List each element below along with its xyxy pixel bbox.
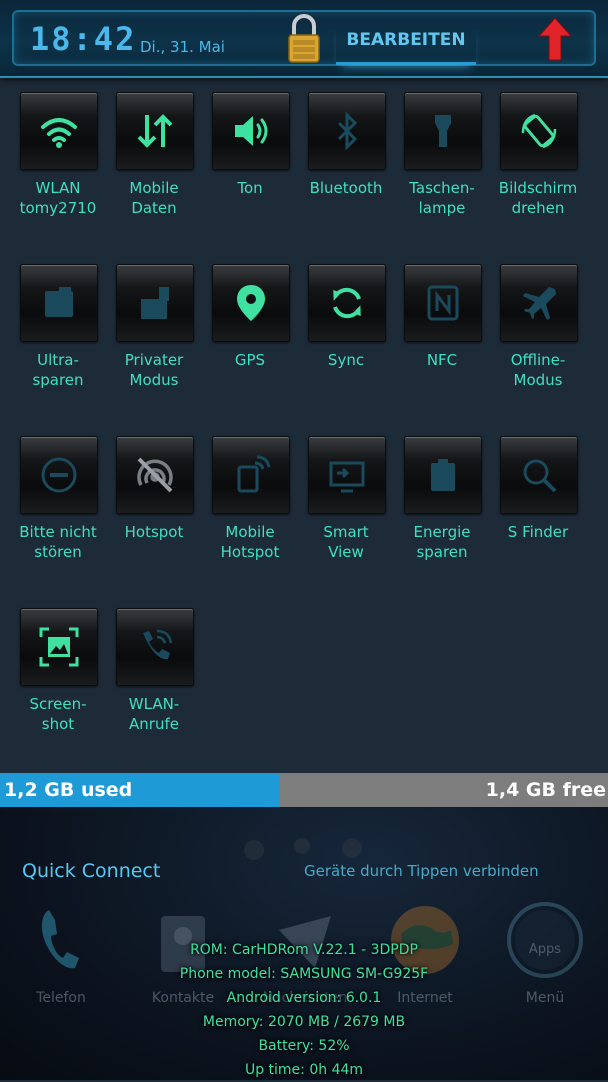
tile-button[interactable] (500, 436, 578, 514)
memory-free: 1,4 GB free (280, 773, 608, 807)
tile-button[interactable] (212, 264, 290, 342)
tile-label: Mobile Daten (129, 179, 179, 217)
tile-label: Screen- shot (29, 695, 87, 733)
tile-label: Privater Modus (124, 351, 184, 389)
sysinfo-model: Phone model: SAMSUNG SM-G925F (179, 966, 429, 982)
tile-label: Ultra- sparen (32, 351, 84, 389)
tile-button[interactable] (308, 92, 386, 170)
sysinfo-rom: ROM: CarHDRom V.22.1 - 3DPDP (190, 942, 418, 958)
tile-button[interactable] (500, 92, 578, 170)
memory-bar: 1,2 GB used 1,4 GB free (0, 773, 608, 807)
tile-sound[interactable]: Ton (202, 92, 298, 198)
tile-wifi[interactable]: WLAN tomy2710 (10, 92, 106, 218)
tile-label: NFC (426, 351, 458, 369)
quick-connect-title[interactable]: Quick Connect (22, 860, 160, 882)
tile-label: Smart View (323, 523, 369, 561)
tile-button[interactable] (308, 436, 386, 514)
tile-nfc[interactable]: NFC (394, 264, 490, 370)
sync-icon (333, 287, 361, 319)
mobile-data-icon (137, 114, 173, 148)
tile-label: Ton (237, 179, 263, 197)
tile-sync[interactable]: Sync (298, 264, 394, 370)
nfc-icon (427, 285, 459, 321)
tile-airplane[interactable]: Offline- Modus (490, 264, 586, 390)
quick-connect-hint[interactable]: Geräte durch Tippen verbinden (304, 862, 539, 880)
sysinfo-android: Android version: 6.0.1 (226, 990, 382, 1006)
tile-label: Bitte nicht stören (19, 523, 97, 561)
tile-label: GPS (234, 351, 266, 369)
do-not-disturb-icon (41, 457, 77, 493)
tile-label: Bildschirm drehen (498, 179, 578, 217)
tile-screenshot[interactable]: Screen- shot (10, 608, 106, 734)
clock: 18:42 (30, 20, 137, 58)
private-mode-icon (141, 287, 169, 319)
arrow-up-icon[interactable] (538, 16, 572, 62)
tile-label: Taschen- lampe (409, 179, 475, 217)
screenshot-icon (39, 627, 79, 667)
tile-button[interactable] (116, 436, 194, 514)
flashlight-icon (435, 115, 451, 147)
date: Di., 31. Mai (140, 38, 225, 56)
tile-label: WLAN tomy2710 (19, 179, 97, 217)
tile-rotate-screen[interactable]: Bildschirm drehen (490, 92, 586, 218)
tile-button[interactable] (500, 264, 578, 342)
ultra-power-saving-icon (45, 287, 73, 317)
memory-used: 1,2 GB used (0, 773, 280, 807)
tile-mobile-hotspot[interactable]: Mobile Hotspot (202, 436, 298, 562)
tile-label: Mobile Hotspot (220, 523, 280, 561)
tile-flashlight[interactable]: Taschen- lampe (394, 92, 490, 218)
tile-button[interactable] (212, 436, 290, 514)
tile-label: Sync (327, 351, 365, 369)
status-header: 18:42 Di., 31. Mai BEARBEITEN (0, 0, 608, 78)
tile-button[interactable] (308, 264, 386, 342)
tile-button[interactable] (116, 608, 194, 686)
tile-search[interactable]: S Finder (490, 436, 586, 542)
tile-label: WLAN- Anrufe (128, 695, 180, 733)
tile-do-not-disturb[interactable]: Bitte nicht stören (10, 436, 106, 562)
sysinfo-battery: Battery: 52% (258, 1038, 350, 1054)
smart-view-icon (329, 461, 365, 493)
tile-label: S Finder (507, 523, 569, 541)
tile-gps[interactable]: GPS (202, 264, 298, 370)
tile-label: Bluetooth (309, 179, 383, 197)
tile-ultra-power-saving[interactable]: Ultra- sparen (10, 264, 106, 390)
gps-icon (237, 285, 265, 321)
sysinfo-memory: Memory: 2070 MB / 2679 MB (202, 1014, 406, 1030)
tile-wifi-calling[interactable]: WLAN- Anrufe (106, 608, 202, 734)
sound-icon (235, 116, 268, 146)
tile-button[interactable] (212, 92, 290, 170)
tile-button[interactable] (20, 608, 98, 686)
tile-button[interactable] (404, 92, 482, 170)
power-saving-icon (431, 459, 455, 491)
tile-button[interactable] (404, 436, 482, 514)
hotspot-icon (137, 457, 173, 493)
tile-button[interactable] (116, 264, 194, 342)
rotate-screen-icon (521, 113, 557, 149)
tile-bluetooth[interactable]: Bluetooth (298, 92, 394, 198)
sysinfo-uptime: Up time: 0h 44m (244, 1062, 364, 1078)
tile-button[interactable] (20, 264, 98, 342)
tile-private-mode[interactable]: Privater Modus (106, 264, 202, 390)
tile-mobile-data[interactable]: Mobile Daten (106, 92, 202, 218)
mobile-hotspot-icon (237, 455, 271, 493)
padlock-icon[interactable] (286, 14, 322, 64)
tile-power-saving[interactable]: Energie sparen (394, 436, 490, 562)
tile-button[interactable] (20, 436, 98, 514)
tile-label: Energie sparen (413, 523, 471, 561)
airplane-icon (523, 287, 556, 320)
tile-label: Offline- Modus (510, 351, 566, 389)
tile-button[interactable] (404, 264, 482, 342)
tile-hotspot[interactable]: Hotspot (106, 436, 202, 542)
wifi-icon (41, 118, 77, 148)
system-info: ROM: CarHDRom V.22.1 - 3DPDP Phone model… (0, 938, 608, 1082)
search-icon (523, 459, 557, 493)
edit-button[interactable]: BEARBEITEN (336, 22, 476, 65)
tile-smart-view[interactable]: Smart View (298, 436, 394, 562)
wifi-calling-icon (143, 629, 173, 660)
bluetooth-icon (337, 111, 358, 151)
tile-label: Hotspot (124, 523, 184, 541)
tile-button[interactable] (116, 92, 194, 170)
tile-button[interactable] (20, 92, 98, 170)
